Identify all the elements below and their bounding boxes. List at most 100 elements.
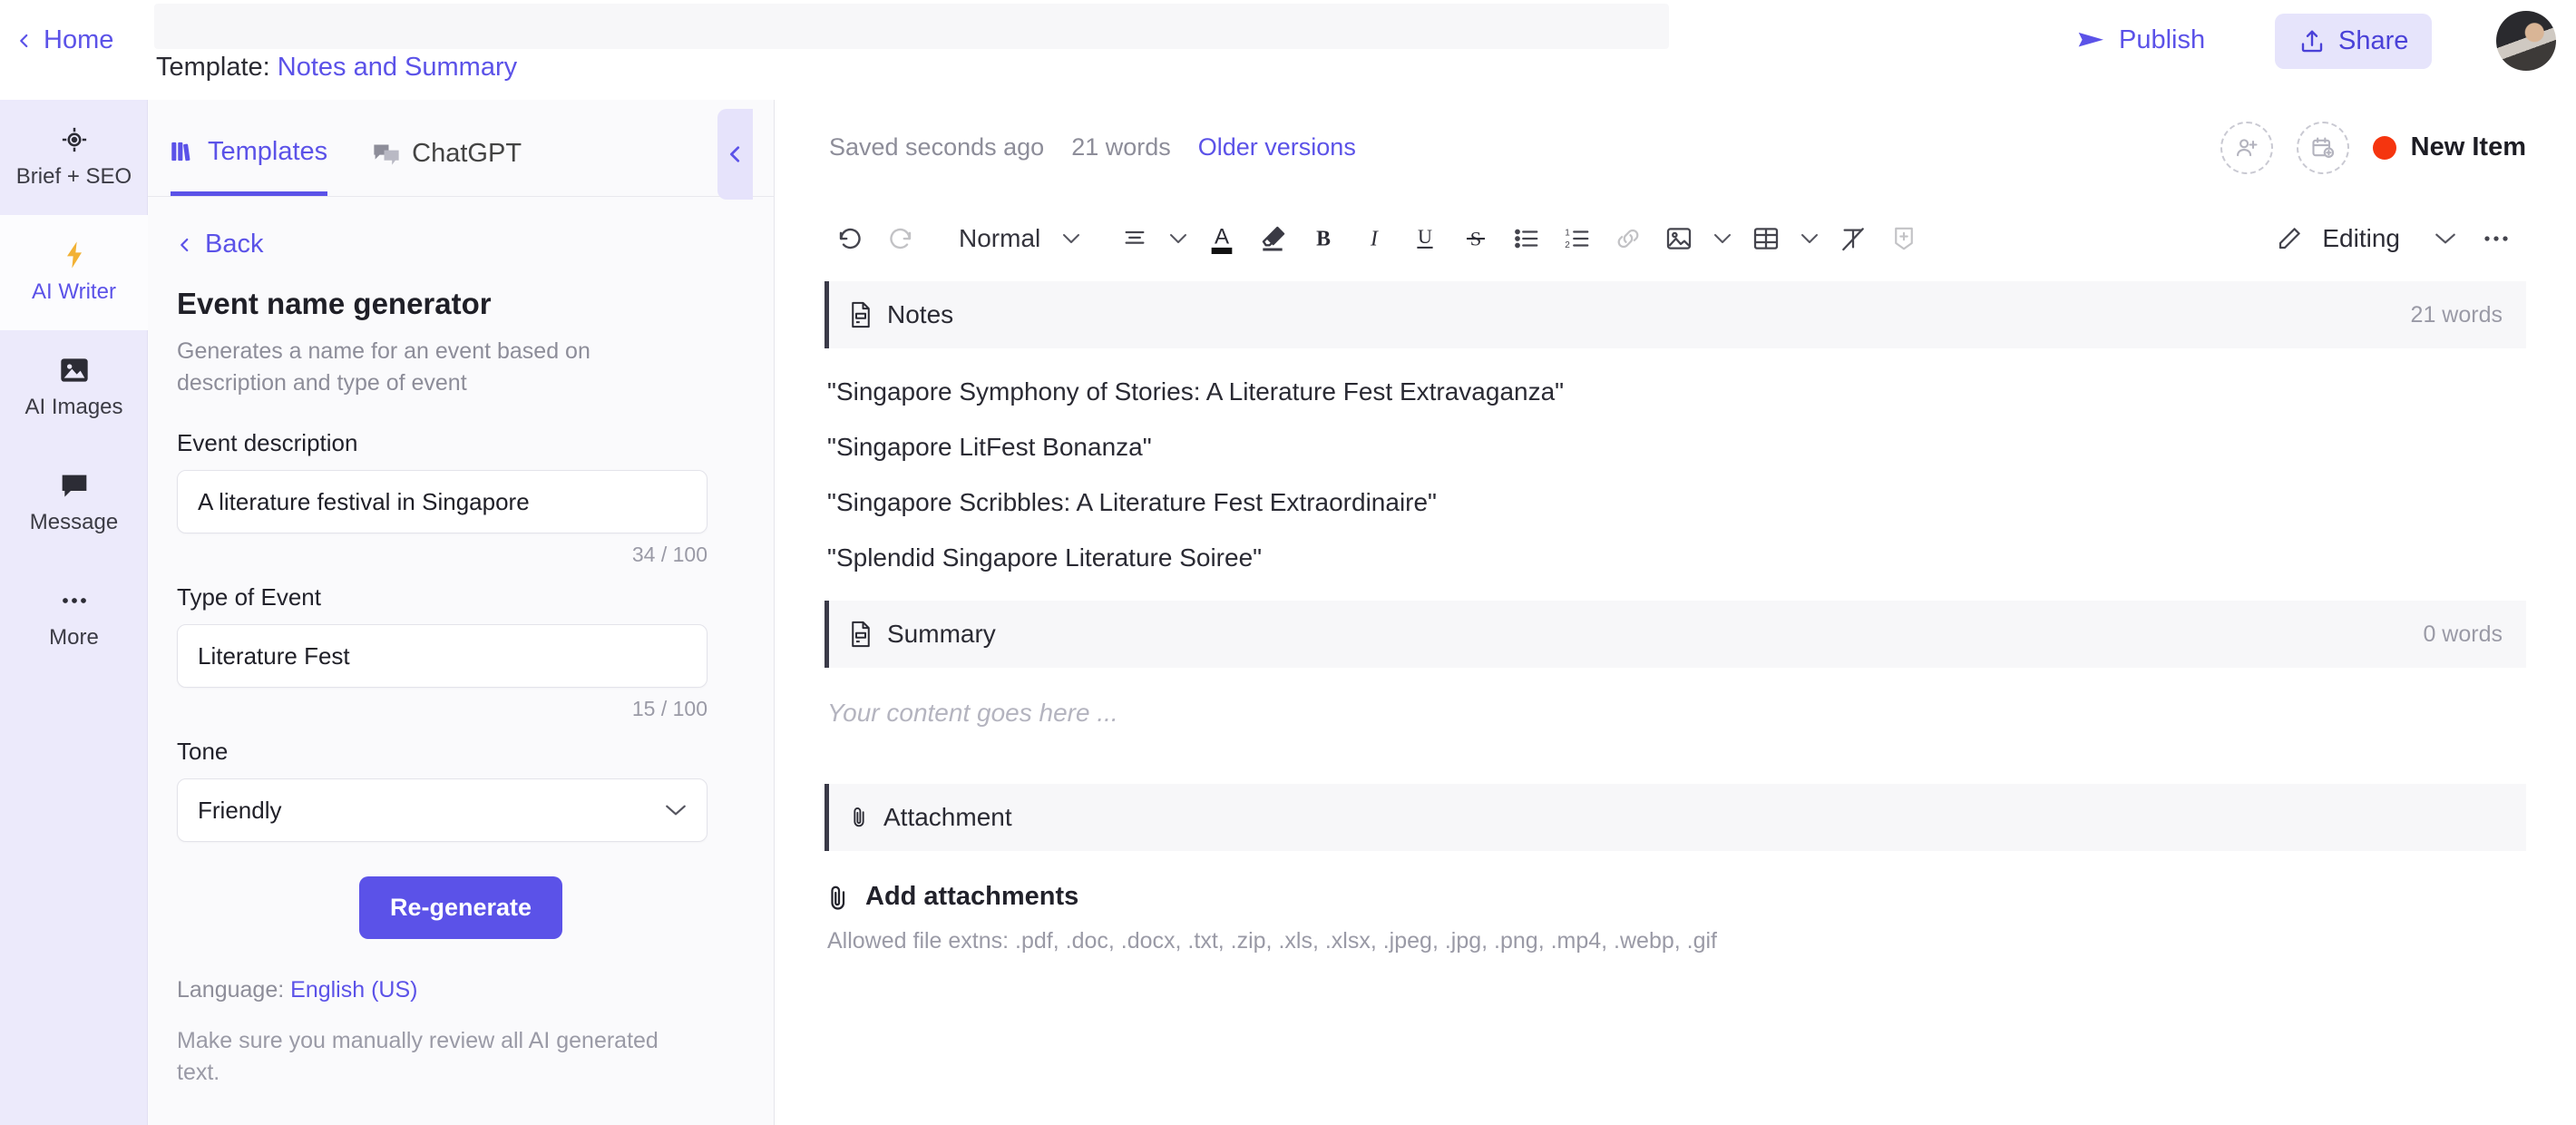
- rail-item-brief-seo[interactable]: Brief + SEO: [0, 100, 148, 215]
- tone-select[interactable]: Friendly: [177, 778, 707, 842]
- calendar-add-icon: [2310, 135, 2336, 161]
- document-word-count: 21 words: [1071, 133, 1171, 161]
- add-attachments-button[interactable]: Add attachments: [827, 882, 2576, 912]
- add-attachments-label: Add attachments: [865, 882, 1079, 911]
- bold-button[interactable]: B: [1298, 213, 1349, 264]
- ellipsis-icon: [60, 586, 89, 615]
- ai-disclaimer-text: Make sure you manually review all AI gen…: [177, 1028, 659, 1085]
- status-dot-icon: [2372, 135, 2396, 160]
- editor-mode-controls: Editing: [2264, 213, 2576, 264]
- summary-placeholder: Your content goes here ...: [827, 699, 1118, 727]
- language-value-link[interactable]: English (US): [290, 977, 417, 1003]
- rail-item-brief-seo-label: Brief + SEO: [15, 164, 132, 189]
- insert-image-button[interactable]: [1654, 213, 1704, 264]
- event-description-input[interactable]: [177, 470, 707, 533]
- event-description-group: Event description 34 / 100: [177, 429, 745, 567]
- saved-status: Saved seconds ago: [829, 133, 1045, 161]
- tab-templates[interactable]: Templates: [171, 99, 328, 196]
- document-icon: [849, 621, 873, 648]
- event-description-counter: 34 / 100: [631, 543, 707, 566]
- insert-table-dropdown[interactable]: [1791, 213, 1828, 264]
- template-name-link[interactable]: Notes and Summary: [278, 53, 517, 82]
- back-link[interactable]: Back: [177, 230, 745, 259]
- insert-image-dropdown[interactable]: [1704, 213, 1741, 264]
- top-header-bar: Home Template: Notes and Summary Publish…: [0, 0, 2576, 100]
- underline-button[interactable]: U: [1400, 213, 1450, 264]
- collapse-panel-button[interactable]: [717, 109, 753, 200]
- document-title-input[interactable]: [154, 4, 1669, 49]
- publish-button[interactable]: Publish: [2068, 18, 2214, 63]
- align-button[interactable]: [1109, 213, 1160, 264]
- chevron-left-icon: [177, 237, 193, 253]
- text-color-button[interactable]: A: [1196, 213, 1247, 264]
- templates-panel: Templates ChatGPT Back Event name genera…: [148, 100, 775, 1125]
- rail-item-ai-images[interactable]: AI Images: [0, 330, 148, 445]
- event-description-label: Event description: [177, 429, 358, 456]
- share-button[interactable]: Share: [2275, 14, 2433, 69]
- section-body-summary[interactable]: Your content goes here ...: [775, 668, 2576, 728]
- section-word-count-summary: 0 words: [2423, 621, 2503, 647]
- svg-text:1: 1: [1565, 228, 1570, 238]
- svg-text:B: B: [1316, 227, 1331, 250]
- templates-panel-body: Back Event name generator Generates a na…: [148, 197, 774, 1089]
- panel-tab-bar: Templates ChatGPT: [148, 100, 774, 197]
- share-label: Share: [2338, 26, 2409, 55]
- rail-item-more[interactable]: More: [0, 561, 148, 676]
- chat-icon: [373, 142, 400, 166]
- link-button[interactable]: [1603, 213, 1654, 264]
- add-comment-button[interactable]: [1878, 213, 1929, 264]
- editing-mode-dropdown[interactable]: [2427, 213, 2464, 264]
- chevron-left-icon: [16, 33, 33, 49]
- section-body-notes[interactable]: "Singapore Symphony of Stories: A Litera…: [775, 348, 2576, 571]
- note-line: "Singapore LitFest Bonanza": [827, 433, 1152, 461]
- redo-button[interactable]: [875, 213, 926, 264]
- insert-table-button[interactable]: [1741, 213, 1791, 264]
- publish-label: Publish: [2119, 25, 2206, 54]
- template-description: Generates a name for an event based on d…: [177, 338, 590, 396]
- allowed-extensions-text: Allowed file extns: .pdf, .doc, .docx, .…: [827, 928, 1718, 954]
- tone-label: Tone: [177, 738, 229, 765]
- left-nav-rail: Brief + SEO AI Writer AI Images Message: [0, 100, 148, 1125]
- more-options-button[interactable]: [2471, 213, 2522, 264]
- italic-button[interactable]: I: [1349, 213, 1400, 264]
- section-name-notes: Notes: [887, 300, 954, 328]
- older-versions-link[interactable]: Older versions: [1198, 133, 1356, 161]
- tab-templates-label: Templates: [208, 136, 328, 166]
- rail-item-message[interactable]: Message: [0, 445, 148, 561]
- add-due-date-button[interactable]: [2296, 121, 2349, 174]
- strikethrough-button[interactable]: S: [1450, 213, 1501, 264]
- align-dropdown[interactable]: [1160, 213, 1196, 264]
- home-label: Home: [44, 25, 114, 54]
- tab-chatgpt[interactable]: ChatGPT: [373, 99, 522, 196]
- section-body-attachment: Add attachments Allowed file extns: .pdf…: [775, 851, 2576, 954]
- type-of-event-input[interactable]: [177, 624, 707, 688]
- send-icon: [2077, 29, 2106, 53]
- add-person-icon: [2234, 135, 2259, 161]
- back-label: Back: [205, 230, 264, 259]
- note-line: "Splendid Singapore Literature Soiree": [827, 543, 1263, 572]
- rail-item-ai-writer[interactable]: AI Writer: [0, 215, 148, 330]
- add-assignee-button[interactable]: [2220, 121, 2273, 174]
- rail-item-more-label: More: [49, 625, 99, 650]
- type-of-event-counter: 15 / 100: [631, 697, 707, 720]
- svg-text:A: A: [1215, 224, 1230, 249]
- block-style-label: Normal: [959, 223, 1041, 252]
- block-style-dropdown[interactable]: [1053, 213, 1089, 264]
- home-back-link[interactable]: Home: [16, 25, 113, 55]
- language-prefix-label: Language:: [177, 977, 285, 1003]
- note-line: "Singapore Scribbles: A Literature Fest …: [827, 488, 1437, 516]
- paperclip-icon: [827, 884, 851, 911]
- undo-button[interactable]: [825, 213, 875, 264]
- rail-item-ai-writer-label: AI Writer: [32, 279, 116, 304]
- section-title-notes: Notes: [849, 300, 953, 329]
- note-line: "Singapore Symphony of Stories: A Litera…: [827, 377, 1565, 406]
- clear-formatting-button[interactable]: [1828, 213, 1878, 264]
- new-item-status[interactable]: New Item: [2372, 132, 2526, 162]
- bullet-list-button[interactable]: [1501, 213, 1552, 264]
- numbered-list-button[interactable]: 1 2: [1552, 213, 1603, 264]
- svg-text:2: 2: [1565, 240, 1570, 250]
- chat-bubble-icon: [60, 471, 89, 500]
- highlight-color-button[interactable]: [1247, 213, 1298, 264]
- user-avatar[interactable]: [2496, 11, 2556, 71]
- re-generate-button[interactable]: Re-generate: [358, 876, 563, 939]
